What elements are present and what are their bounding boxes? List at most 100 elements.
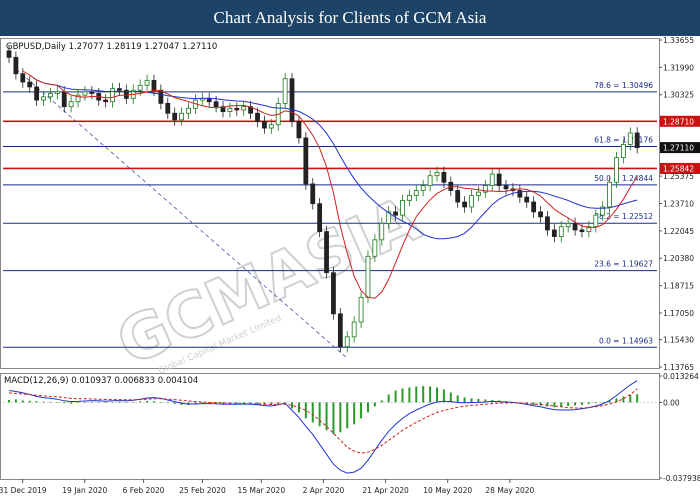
candle-body xyxy=(158,89,164,104)
candle-body xyxy=(324,231,329,274)
candle-body xyxy=(634,132,640,149)
fib-level-label: 78.6 = 1.30496 xyxy=(594,81,653,90)
candle-body xyxy=(607,181,612,208)
candle-body xyxy=(172,112,178,121)
candle-body xyxy=(579,229,585,233)
macd-histogram-bar xyxy=(401,388,404,403)
candle-body xyxy=(68,101,74,108)
y-tick-label: 1.30325 xyxy=(663,91,694,100)
macd-histogram-bar xyxy=(380,400,383,403)
x-tick-label: 15 Mar 2020 xyxy=(238,486,286,495)
macd-histogram-bar xyxy=(70,402,73,404)
macd-histogram-bar xyxy=(408,387,411,403)
candle-body xyxy=(110,88,115,103)
watermark: GCMASIA Global Capital Market Limited xyxy=(105,181,431,381)
candle-body xyxy=(13,56,19,75)
x-tick-label: 6 Feb 2020 xyxy=(123,486,165,495)
y-tick-label: 1.25375 xyxy=(663,172,694,181)
candle-body xyxy=(206,98,212,103)
candle-body xyxy=(241,106,247,111)
macd-histogram-bar xyxy=(442,389,445,403)
macd-histogram-bar xyxy=(601,402,604,403)
macd-histogram-bar xyxy=(373,402,376,407)
y-tick-label: 1.17050 xyxy=(663,309,694,318)
macd-histogram-bar xyxy=(463,397,466,403)
macd-panel-frame xyxy=(0,373,660,480)
candle-body xyxy=(413,190,419,196)
macd-histogram-bar xyxy=(77,402,80,404)
macd-histogram-bar xyxy=(63,402,66,404)
candle-body xyxy=(427,175,433,186)
macd-histogram-bar xyxy=(14,399,17,403)
chart-symbol-label: GBPUSD,Daily 1.27077 1.28119 1.27047 1.2… xyxy=(6,42,217,52)
macd-histogram-bar xyxy=(366,402,369,413)
y-tick-label: 1.27110 xyxy=(663,144,694,153)
candle-body xyxy=(151,79,157,91)
macd-histogram-bar xyxy=(325,402,328,431)
macd-histogram-bar xyxy=(346,402,349,429)
x-tick-label: 10 May 2020 xyxy=(423,486,472,495)
macd-histogram-bar xyxy=(422,386,425,403)
candle-body xyxy=(614,157,619,183)
candle-body xyxy=(489,173,495,186)
candle-body xyxy=(400,199,405,216)
macd-histogram-bar xyxy=(35,401,38,403)
candle-body xyxy=(593,214,599,228)
candle-body xyxy=(61,91,67,108)
y-tick-label: 1.28710 xyxy=(663,117,694,126)
macd-histogram-bar xyxy=(436,387,438,403)
candle-body xyxy=(469,195,474,208)
macd-histogram-bar xyxy=(21,400,24,403)
macd-histogram-bar xyxy=(132,401,135,403)
y-tick-label: 1.33655 xyxy=(663,36,694,45)
y-tick-label: 1.18715 xyxy=(663,282,694,291)
macd-histogram-bar xyxy=(387,394,390,403)
candle-body xyxy=(531,201,537,213)
macd-histogram-bar xyxy=(256,402,259,405)
candle-body xyxy=(54,91,60,94)
candle-body xyxy=(117,88,122,91)
macd-histogram-bar xyxy=(360,402,363,419)
y-tick-label: 1.20380 xyxy=(663,254,694,263)
candle-body xyxy=(268,124,274,129)
x-tick-label: 25 Feb 2020 xyxy=(179,486,226,495)
candle-body xyxy=(41,96,46,101)
macd-histogram-bar xyxy=(415,386,418,403)
candle-body xyxy=(179,112,184,121)
macd-histogram-bar xyxy=(629,394,632,403)
main-panel-frame xyxy=(0,38,660,369)
macd-histogram-bar xyxy=(311,402,314,423)
candle-body xyxy=(538,211,543,218)
fib-level-label: 50.0 = 1.24844 xyxy=(594,174,653,183)
candle-body xyxy=(441,172,447,183)
macd-label: MACD(12,26,9) 0.010937 0.006833 0.004104 xyxy=(4,376,198,386)
candle-body xyxy=(48,93,53,98)
macd-histogram-bar xyxy=(318,402,321,427)
candle-body xyxy=(144,79,150,86)
macd-histogram-bar xyxy=(49,401,52,403)
macd-histogram-bar xyxy=(146,401,149,403)
x-tick-label: 19 Jan 2020 xyxy=(62,486,107,495)
candle-body xyxy=(165,102,171,114)
macd-histogram-bar xyxy=(118,402,121,404)
macd-histogram-bar xyxy=(580,402,583,405)
candle-body xyxy=(20,73,26,83)
macd-histogram-bar xyxy=(125,402,128,403)
macd-histogram-bar xyxy=(560,402,563,407)
macd-y-tick-label: -0.037938 xyxy=(663,474,700,483)
macd-histogram-bar xyxy=(83,402,86,404)
candle-body xyxy=(27,81,33,88)
fib-level-label: 0.0 = 1.14963 xyxy=(599,336,653,345)
candle-body xyxy=(82,91,88,96)
macd-histogram-bar xyxy=(166,402,169,404)
candle-body xyxy=(462,201,468,208)
candle-body xyxy=(234,107,240,111)
macd-histogram-bar xyxy=(594,402,597,404)
macd-histogram-bar xyxy=(28,400,31,403)
candle-body xyxy=(331,272,336,315)
macd-histogram-bar xyxy=(42,401,45,403)
x-tick-label: 28 May 2020 xyxy=(485,486,534,495)
candle-body xyxy=(351,321,357,338)
candle-body xyxy=(303,137,309,185)
candle-body xyxy=(289,78,295,122)
